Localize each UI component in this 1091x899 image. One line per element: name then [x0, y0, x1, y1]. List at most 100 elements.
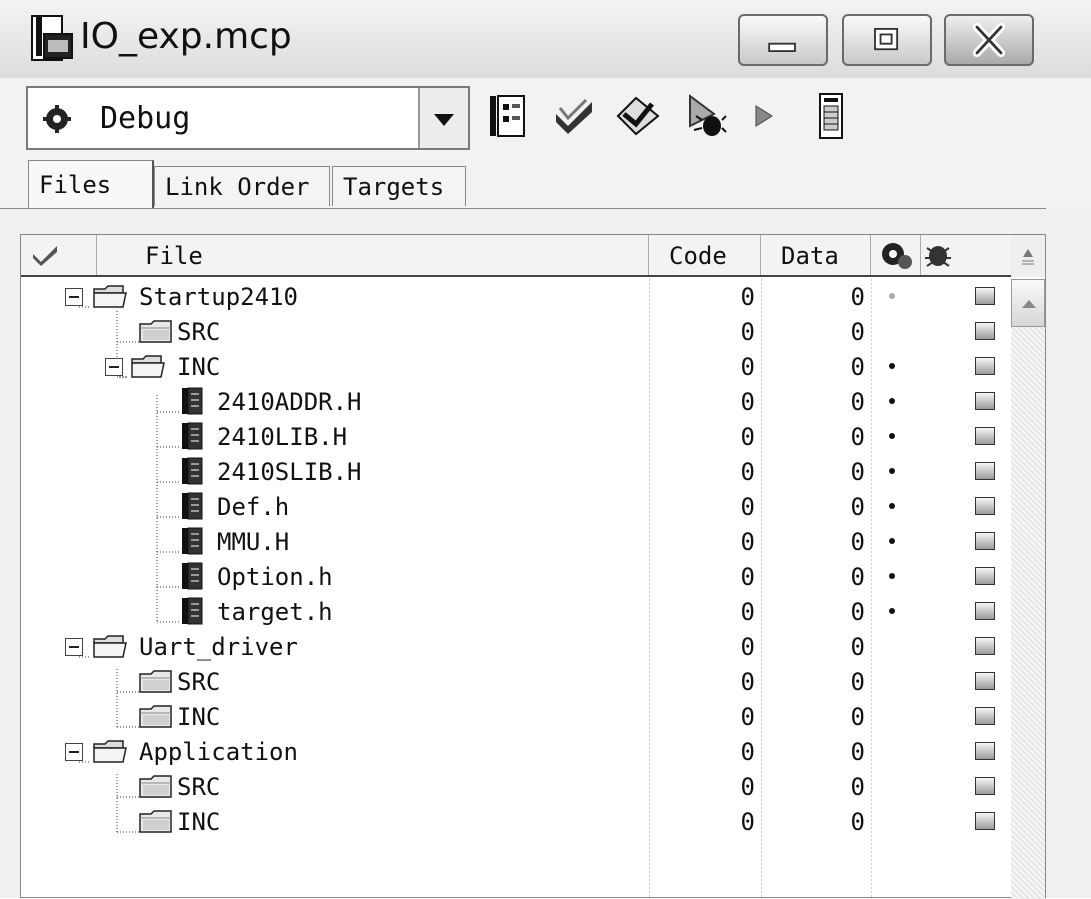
- debug-marker[interactable]: [889, 363, 895, 369]
- row-code-size: 0: [740, 493, 755, 521]
- code-column-header[interactable]: Code: [649, 235, 761, 275]
- dropdown-arrow-button[interactable]: [418, 88, 468, 148]
- column-menu-icon: [1022, 249, 1034, 265]
- row-name: Startup2410: [139, 283, 298, 311]
- table-row[interactable]: SRC 0 0: [21, 664, 1011, 699]
- debug-icon[interactable]: [684, 92, 728, 140]
- debug-marker[interactable]: [889, 503, 895, 509]
- row-menu-button[interactable]: [975, 532, 995, 550]
- row-menu-button[interactable]: [975, 637, 995, 655]
- tab-targets-label: Targets: [343, 173, 445, 201]
- tab-link-order[interactable]: Link Order: [154, 166, 330, 206]
- close-button[interactable]: [944, 14, 1034, 66]
- target-dropdown[interactable]: Debug: [26, 86, 470, 150]
- row-menu-button[interactable]: [975, 777, 995, 795]
- row-data-size: 0: [850, 528, 865, 556]
- debug-marker[interactable]: [889, 608, 895, 614]
- row-code-size: 0: [740, 318, 755, 346]
- header-file-icon: [181, 527, 203, 555]
- header-corner-button[interactable]: [1011, 235, 1045, 277]
- project-file-icon: [31, 15, 73, 61]
- tab-files[interactable]: Files: [28, 160, 154, 208]
- minimize-icon: [768, 42, 796, 52]
- touch-column-icon: [925, 246, 951, 267]
- open-folder-icon: [131, 353, 165, 379]
- row-menu-button[interactable]: [975, 602, 995, 620]
- make-icon[interactable]: [616, 92, 660, 140]
- run-icon[interactable]: [748, 92, 792, 140]
- minimize-button[interactable]: [738, 14, 828, 66]
- table-row[interactable]: 2410ADDR.H 0 0: [21, 384, 1011, 419]
- debug-marker[interactable]: [889, 433, 895, 439]
- row-menu-button[interactable]: [975, 357, 995, 375]
- row-menu-button[interactable]: [975, 567, 995, 585]
- collapse-toggle[interactable]: [105, 358, 123, 376]
- tab-targets[interactable]: Targets: [332, 166, 466, 206]
- table-row[interactable]: INC 0 0: [21, 804, 1011, 839]
- debug-marker[interactable]: [889, 573, 895, 579]
- collapse-toggle[interactable]: [65, 288, 83, 306]
- title-bar[interactable]: IO_exp.mcp: [0, 0, 1091, 78]
- check-column-header[interactable]: [21, 235, 97, 275]
- debug-marker[interactable]: [889, 538, 895, 544]
- table-row[interactable]: Application 0 0: [21, 734, 1011, 769]
- row-name: SRC: [177, 773, 221, 801]
- debug-marker[interactable]: [889, 468, 895, 474]
- target-settings-icon[interactable]: [486, 92, 530, 140]
- row-code-size: 0: [740, 388, 755, 416]
- table-row[interactable]: MMU.H 0 0: [21, 524, 1011, 559]
- row-menu-button[interactable]: [975, 322, 995, 340]
- row-menu-button[interactable]: [975, 812, 995, 830]
- debug-marker[interactable]: [889, 293, 895, 299]
- row-menu-button[interactable]: [975, 287, 995, 305]
- debug-column-header[interactable]: [871, 235, 921, 275]
- folder-icon: [139, 703, 173, 729]
- collapse-toggle[interactable]: [65, 743, 83, 761]
- row-menu-button[interactable]: [975, 742, 995, 760]
- table-row[interactable]: SRC 0 0: [21, 314, 1011, 349]
- folder-icon: [139, 318, 173, 344]
- chevron-up-icon: [1022, 300, 1036, 308]
- row-code-size: 0: [740, 528, 755, 556]
- data-column-label: Data: [781, 242, 839, 270]
- header-file-icon: [181, 492, 203, 520]
- table-row[interactable]: Def.h 0 0: [21, 489, 1011, 524]
- table-row[interactable]: 2410SLIB.H 0 0: [21, 454, 1011, 489]
- row-menu-button[interactable]: [975, 672, 995, 690]
- file-column-header[interactable]: File: [97, 235, 649, 275]
- row-code-size: 0: [740, 283, 755, 311]
- vertical-scrollbar[interactable]: [1011, 279, 1045, 899]
- row-menu-button[interactable]: [975, 462, 995, 480]
- row-menu-button[interactable]: [975, 392, 995, 410]
- table-row[interactable]: Startup2410 0 0: [21, 279, 1011, 314]
- row-data-size: 0: [850, 493, 865, 521]
- table-row[interactable]: target.h 0 0: [21, 594, 1011, 629]
- row-menu-button[interactable]: [975, 707, 995, 725]
- row-menu-button[interactable]: [975, 427, 995, 445]
- debug-marker[interactable]: [889, 398, 895, 404]
- touch-column-header[interactable]: [921, 235, 1011, 275]
- table-row[interactable]: Option.h 0 0: [21, 559, 1011, 594]
- data-column-header[interactable]: Data: [761, 235, 871, 275]
- row-code-size: 0: [740, 703, 755, 731]
- row-code-size: 0: [740, 458, 755, 486]
- row-name: SRC: [177, 668, 221, 696]
- window-title: IO_exp.mcp: [80, 16, 292, 57]
- table-row[interactable]: INC 0 0: [21, 349, 1011, 384]
- table-row[interactable]: INC 0 0: [21, 699, 1011, 734]
- row-name: 2410LIB.H: [217, 423, 348, 451]
- collapse-toggle[interactable]: [65, 638, 83, 656]
- table-row[interactable]: 2410LIB.H 0 0: [21, 419, 1011, 454]
- row-name: Uart_driver: [139, 633, 298, 661]
- table-row[interactable]: SRC 0 0: [21, 769, 1011, 804]
- row-menu-button[interactable]: [975, 497, 995, 515]
- check-syntax-icon[interactable]: [552, 92, 596, 140]
- maximize-button[interactable]: [842, 14, 932, 66]
- row-name: SRC: [177, 318, 221, 346]
- row-name: INC: [177, 353, 221, 381]
- project-inspector-icon[interactable]: [810, 92, 854, 140]
- tab-files-label: Files: [39, 171, 112, 199]
- file-list[interactable]: File Code Data Startup2410 0 0 SRC 0 0 I…: [20, 234, 1046, 899]
- scroll-up-button[interactable]: [1011, 279, 1045, 327]
- table-row[interactable]: Uart_driver 0 0: [21, 629, 1011, 664]
